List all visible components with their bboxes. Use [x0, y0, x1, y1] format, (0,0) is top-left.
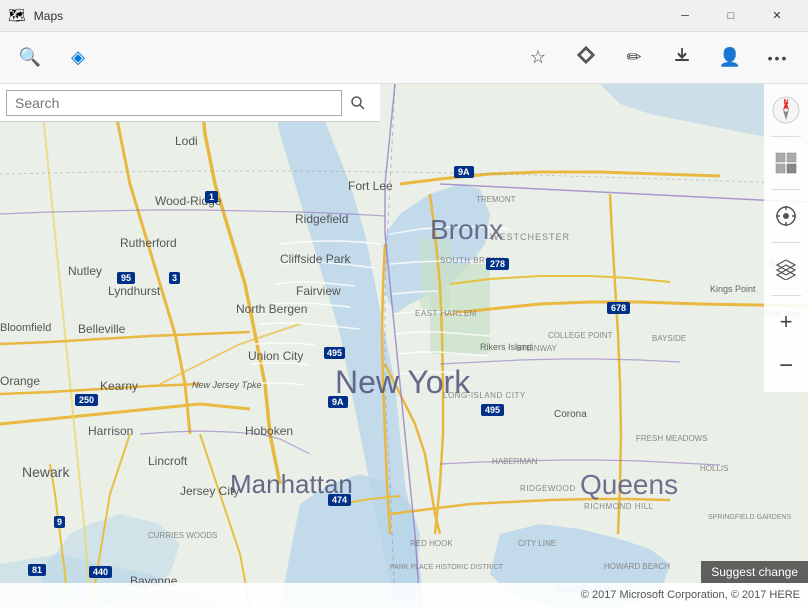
- route-250-shield: 250: [75, 394, 98, 406]
- directions-button[interactable]: [564, 36, 608, 80]
- app-title: Maps: [34, 9, 63, 23]
- more-icon: •••: [768, 50, 789, 66]
- profile-button[interactable]: 👤: [708, 36, 752, 80]
- my-location-button[interactable]: [766, 196, 806, 236]
- route-678-shield: 678: [607, 302, 630, 314]
- more-button[interactable]: •••: [756, 36, 800, 80]
- search-input[interactable]: [6, 90, 342, 116]
- route-95-shield: 95: [117, 272, 135, 284]
- route-9a-shield-bronx: 9A: [454, 166, 474, 178]
- star-icon: ☆: [530, 47, 546, 68]
- download-icon: [673, 46, 691, 69]
- profile-icon: 👤: [719, 47, 741, 68]
- status-bar: © 2017 Microsoft Corporation, © 2017 HER…: [0, 583, 808, 607]
- download-button[interactable]: [660, 36, 704, 80]
- draw-button[interactable]: ✏: [612, 36, 656, 80]
- search-icon: [350, 95, 366, 111]
- map-control-divider-1: [771, 136, 801, 137]
- route-1-shield: 1: [205, 191, 218, 203]
- close-button[interactable]: ✕: [754, 0, 800, 32]
- svg-text:N: N: [783, 99, 788, 106]
- route-81-shield: 81: [28, 564, 46, 576]
- zoom-out-button[interactable]: −: [766, 346, 806, 386]
- map-container[interactable]: New York Manhattan Bronx Queens Newark J…: [0, 84, 808, 607]
- route-9-shield: 9: [54, 516, 65, 528]
- route-474-shield: 474: [328, 494, 351, 506]
- map-controls-panel: N: [764, 84, 808, 392]
- favorites-button[interactable]: ☆: [516, 36, 560, 80]
- zoom-in-button[interactable]: +: [766, 302, 806, 342]
- route-495-shield-2: 495: [481, 404, 504, 416]
- map-control-divider-4: [771, 295, 801, 296]
- compass-button[interactable]: N: [766, 90, 806, 130]
- directions-icon: [576, 45, 596, 70]
- pen-icon: ✏: [626, 47, 641, 68]
- route-440-shield: 440: [89, 566, 112, 578]
- title-bar: 🗺 Maps ─ □ ✕: [0, 0, 808, 32]
- map-control-divider-2: [771, 189, 801, 190]
- minimize-button[interactable]: ─: [662, 0, 708, 32]
- nav-icon: ◈: [71, 47, 85, 68]
- aerial-view-button[interactable]: [766, 143, 806, 183]
- window-controls: ─ □ ✕: [662, 0, 800, 32]
- app-toolbar: 🔍 ◈ ☆ ✏ 👤 •••: [0, 32, 808, 84]
- map-control-divider-3: [771, 242, 801, 243]
- title-bar-left: 🗺 Maps: [8, 7, 63, 24]
- search-toolbar-icon: 🔍: [19, 47, 41, 68]
- route-9a-shield-nyc: 9A: [328, 396, 348, 408]
- search-submit-button[interactable]: [342, 89, 374, 117]
- map-svg: [0, 84, 808, 607]
- map-attribution: © 2017 Microsoft Corporation, © 2017 HER…: [581, 589, 800, 601]
- suggest-change-button[interactable]: Suggest change: [701, 561, 808, 583]
- app-icon: 🗺: [8, 7, 26, 24]
- nj-tpke-label: New Jersey Tpke: [192, 380, 262, 390]
- search-panel: [0, 84, 380, 122]
- maximize-button[interactable]: □: [708, 0, 754, 32]
- nav-button[interactable]: ◈: [56, 36, 100, 80]
- layers-button[interactable]: [766, 249, 806, 289]
- search-toolbar-button[interactable]: 🔍: [8, 36, 52, 80]
- route-278-shield: 278: [486, 258, 509, 270]
- route-3-shield: 3: [169, 272, 180, 284]
- route-495-shield: 495: [324, 347, 345, 359]
